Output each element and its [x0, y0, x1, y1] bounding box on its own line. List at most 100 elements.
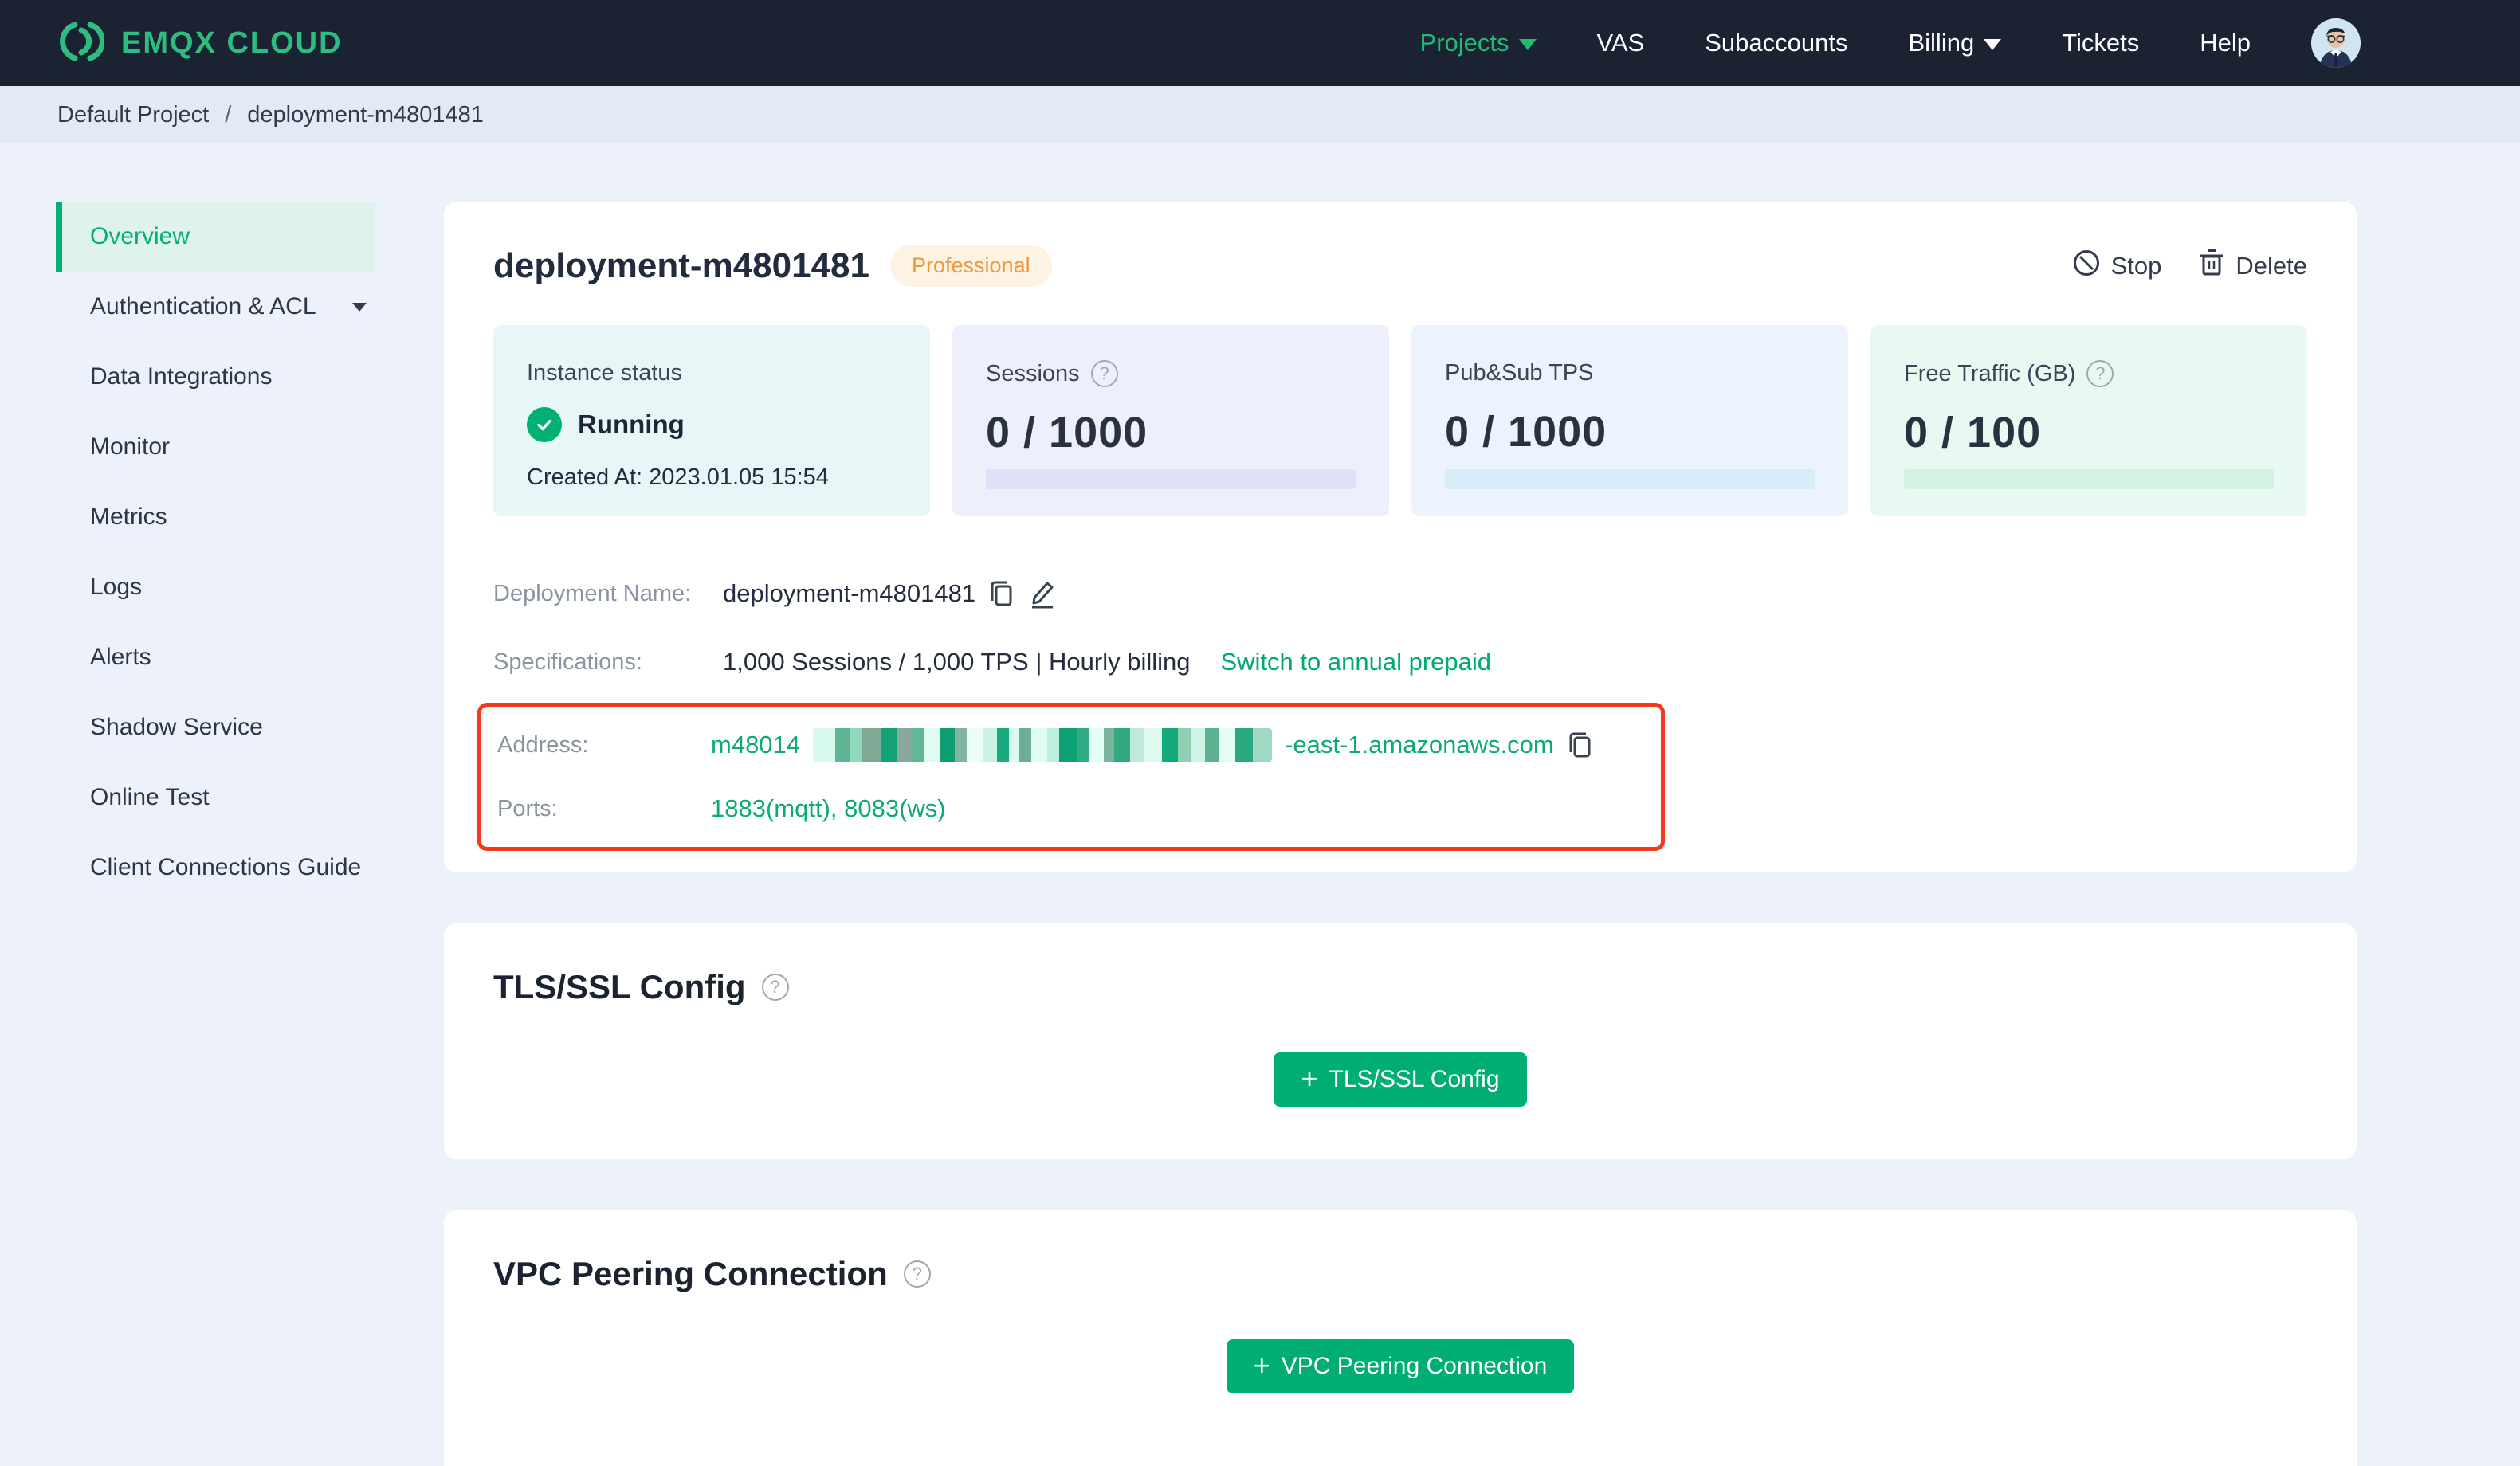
- nav-item-projects[interactable]: Projects: [1420, 29, 1537, 57]
- sidebar-item-label: Alerts: [90, 644, 151, 670]
- main-content: deployment-m4801481 Professional Stop De…: [444, 202, 2357, 1466]
- nav-item-label: Help: [2200, 29, 2251, 57]
- sidebar-item-shadow-service[interactable]: Shadow Service: [56, 692, 375, 762]
- free-traffic-value: 0 / 100: [1904, 409, 2042, 457]
- sidebar-item-metrics[interactable]: Metrics: [56, 482, 375, 552]
- check-circle-icon: [527, 407, 562, 442]
- ports-row: Ports: 1883(mqtt), 8083(ws): [497, 777, 1645, 841]
- edit-icon[interactable]: [1028, 578, 1057, 609]
- copy-icon[interactable]: [988, 579, 1015, 608]
- stop-label: Stop: [2110, 251, 2162, 280]
- vpc-peering-card: VPC Peering Connection ? + VPC Peering C…: [444, 1210, 2357, 1466]
- address-label: Address:: [497, 731, 589, 758]
- sidebar-item-label: Data Integrations: [90, 363, 273, 390]
- chevron-down-icon: [352, 302, 367, 312]
- sidebar-item-alerts[interactable]: Alerts: [56, 622, 375, 692]
- plus-icon: +: [1253, 1348, 1270, 1382]
- sidebar-item-overview[interactable]: Overview: [56, 202, 375, 272]
- nav-item-subaccounts[interactable]: Subaccounts: [1705, 29, 1847, 57]
- specifications-row: Specifications: 1,000 Sessions / 1,000 T…: [493, 628, 2307, 696]
- breadcrumb-current: deployment-m4801481: [247, 101, 484, 127]
- help-circle-icon[interactable]: ?: [761, 974, 789, 1001]
- sidebar-item-label: Client Connections Guide: [90, 854, 362, 880]
- deployment-overview-card: deployment-m4801481 Professional Stop De…: [444, 202, 2357, 872]
- sidebar-item-label: Logs: [90, 574, 143, 600]
- stop-button[interactable]: Stop: [2072, 249, 2162, 284]
- sidebar: Overview Authentication & ACL Data Integ…: [0, 202, 444, 903]
- help-circle-icon[interactable]: ?: [2086, 360, 2114, 387]
- deployment-name-row: Deployment Name: deployment-m4801481: [493, 559, 2307, 628]
- nav-item-label: Projects: [1419, 29, 1509, 57]
- address-row: Address: m48014 -east-1.amazonaws.com: [497, 713, 1645, 777]
- address-highlight-box: Address: m48014 -east-1.amazonaws.com Po…: [477, 703, 1665, 851]
- delete-label: Delete: [2235, 251, 2307, 280]
- user-avatar[interactable]: [2311, 18, 2361, 68]
- nav-menu: Projects VAS Subaccounts Billing Tickets…: [1420, 18, 2361, 68]
- add-vpc-peering-label: VPC Peering Connection: [1281, 1353, 1548, 1379]
- brand[interactable]: EMQX CLOUD: [57, 18, 343, 69]
- instance-status-card: Instance status Running Created At: 2023…: [493, 325, 930, 516]
- switch-annual-prepaid-link[interactable]: Switch to annual prepaid: [1220, 648, 1491, 676]
- free-traffic-card: Free Traffic (GB) ? 0 / 100: [1870, 325, 2307, 516]
- sidebar-item-online-test[interactable]: Online Test: [56, 762, 375, 833]
- deployment-name-label: Deployment Name:: [493, 580, 692, 606]
- sidebar-item-authentication-acl[interactable]: Authentication & ACL: [56, 272, 375, 342]
- pubsub-tps-value: 0 / 1000: [1445, 408, 1607, 456]
- breadcrumb-project[interactable]: Default Project: [57, 102, 209, 128]
- sidebar-item-label: Metrics: [90, 504, 167, 530]
- specifications-value: 1,000 Sessions / 1,000 TPS | Hourly bill…: [723, 648, 1191, 676]
- brand-name: EMQX CLOUD: [121, 25, 343, 60]
- instance-status-label: Instance status: [527, 360, 683, 386]
- add-tls-ssl-config-label: TLS/SSL Config: [1329, 1066, 1500, 1092]
- sidebar-item-label: Online Test: [90, 784, 210, 810]
- nav-item-billing[interactable]: Billing: [1908, 29, 2002, 57]
- sessions-value: 0 / 1000: [986, 409, 1148, 457]
- plus-icon: +: [1301, 1061, 1318, 1095]
- nav-item-label: Billing: [1908, 29, 1975, 57]
- status-running: Running: [578, 410, 685, 439]
- free-traffic-progress-bar: [1904, 469, 2274, 489]
- copy-icon[interactable]: [1567, 731, 1594, 759]
- nav-item-help[interactable]: Help: [2200, 29, 2251, 57]
- free-traffic-label: Free Traffic (GB): [1904, 360, 2076, 386]
- pubsub-tps-label: Pub&Sub TPS: [1445, 360, 1594, 386]
- vpc-peering-title: VPC Peering Connection: [493, 1255, 888, 1292]
- address-prefix: m48014: [711, 731, 801, 758]
- page-title: deployment-m4801481: [493, 245, 869, 285]
- nav-item-label: Tickets: [2062, 29, 2140, 57]
- sidebar-item-logs[interactable]: Logs: [56, 552, 375, 622]
- add-vpc-peering-button[interactable]: + VPC Peering Connection: [1226, 1339, 1575, 1393]
- sidebar-item-data-integrations[interactable]: Data Integrations: [56, 342, 375, 412]
- tls-ssl-card: TLS/SSL Config ? + TLS/SSL Config: [444, 923, 2357, 1159]
- delete-button[interactable]: Delete: [2198, 249, 2307, 284]
- nav-item-label: Subaccounts: [1705, 29, 1848, 57]
- stop-icon: [2072, 249, 2101, 284]
- sessions-label: Sessions: [986, 360, 1080, 386]
- address-redaction: [813, 728, 1273, 762]
- chevron-down-icon: [1984, 39, 2002, 50]
- nav-item-tickets[interactable]: Tickets: [2062, 29, 2139, 57]
- address-suffix: -east-1.amazonaws.com: [1285, 731, 1554, 758]
- sidebar-item-label: Monitor: [90, 433, 171, 460]
- breadcrumb-separator: /: [225, 101, 232, 127]
- sessions-card: Sessions ? 0 / 1000: [952, 325, 1389, 516]
- breadcrumb: Default Project / deployment-m4801481: [0, 86, 2520, 143]
- sidebar-item-label: Overview: [90, 223, 190, 249]
- nav-item-label: VAS: [1596, 29, 1645, 57]
- sidebar-item-monitor[interactable]: Monitor: [56, 412, 375, 482]
- sidebar-item-client-connections-guide[interactable]: Client Connections Guide: [56, 833, 375, 903]
- sidebar-item-label: Shadow Service: [90, 714, 263, 740]
- deployment-name-value: deployment-m4801481: [723, 579, 976, 607]
- add-tls-ssl-config-button[interactable]: + TLS/SSL Config: [1274, 1052, 1527, 1107]
- help-circle-icon[interactable]: ?: [903, 1260, 931, 1288]
- pubsub-tps-progress-bar: [1445, 469, 1815, 489]
- pubsub-tps-card: Pub&Sub TPS 0 / 1000: [1411, 325, 1848, 516]
- sessions-progress-bar: [986, 469, 1356, 489]
- specifications-label: Specifications:: [493, 649, 642, 675]
- nav-item-vas[interactable]: VAS: [1597, 29, 1645, 57]
- help-circle-icon[interactable]: ?: [1090, 360, 1118, 387]
- chevron-down-icon: [1518, 39, 1537, 50]
- emqx-logo-icon: [57, 18, 105, 69]
- tls-ssl-title: TLS/SSL Config: [493, 968, 746, 1005]
- created-at: Created At: 2023.01.05 15:54: [527, 464, 829, 490]
